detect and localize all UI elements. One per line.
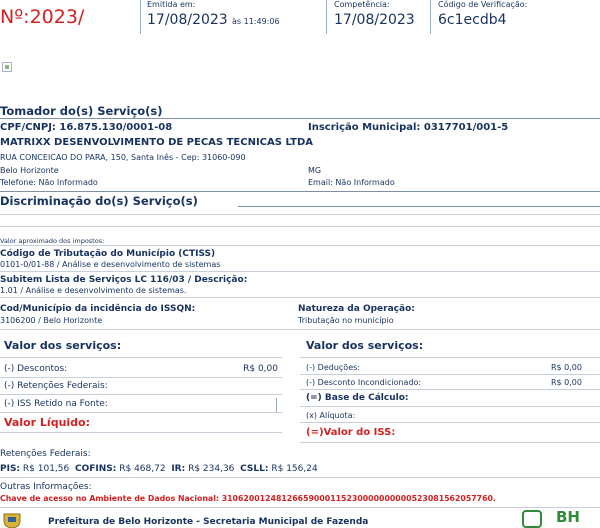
valor-liquido-label: Valor Líquido: (4, 416, 91, 429)
tomador-inscricao: Inscrição Municipal: 0317701/001-5 (308, 122, 509, 133)
chave-acesso: Chave de acesso no Ambiente de Dados Nac… (0, 494, 496, 503)
nfse-numero: Nº:2023/ (0, 6, 85, 28)
valores-right-rule-2 (300, 389, 600, 390)
discriminacao-title-rule (238, 206, 600, 207)
footer-prefeitura: Prefeitura de Belo Horizonte - Secretari… (48, 517, 369, 527)
cod-municipio-valor: 3106200 / Belo Horizonte (0, 316, 103, 325)
retencoes-valores: PIS: R$ 101,56 COFINS: R$ 468,72 IR: R$ … (0, 464, 318, 474)
ctiss-label: Código de Tributação do Município (CTISS… (0, 249, 216, 259)
tomador-divider (0, 118, 600, 119)
discriminacao-blank-line-2 (0, 226, 600, 227)
valores-right-rule-5 (300, 442, 600, 443)
base-calculo-label: (=) Base de Cálculo: (306, 393, 409, 403)
valores-right-rule-3 (300, 406, 600, 407)
valores-left-rule-4 (0, 432, 282, 433)
competencia-data: 17/08/2023 (334, 12, 415, 28)
discriminacao-divider-4 (0, 329, 600, 330)
ctiss-valor: 0101-0/01-88 / Análise e desenvolvimento… (0, 260, 221, 269)
valor-servicos-right-title: Valor dos serviços: (306, 339, 424, 352)
retencoes-title: Retenções Federais: (0, 449, 91, 459)
brasao-bh-logo (2, 512, 22, 528)
discriminacao-divider-3 (0, 297, 600, 298)
discriminacao-blank-line-1 (0, 214, 600, 215)
codigo-verificacao-label: Código de Verificação: (438, 0, 528, 9)
desconto-incondicionado-label: (-) Desconto Incondicionado: (306, 378, 422, 387)
valor-aprox-impostos: Valor aproximado dos impostos: (0, 237, 105, 245)
bh-nota-logo-icon (522, 510, 542, 528)
bh-logo-text: BH (556, 508, 580, 526)
cofins-label: COFINS: (74, 464, 117, 474)
valores-right-rule-0 (300, 357, 600, 358)
tomador-endereco: RUA CONCEICAO DO PARA, 150, Santa Inês -… (0, 153, 246, 162)
tomador-cidade: Belo Horizonte (0, 166, 59, 175)
emitida-label: Emitida em: (147, 0, 196, 9)
valor-iss-label: (=)Valor do ISS: (306, 427, 396, 438)
iss-retido-label: (-) ISS Retido na Fonte: (4, 399, 108, 409)
natureza-label: Natureza da Operação: (298, 304, 415, 314)
valores-left-rule-1 (0, 377, 282, 378)
valores-left-rule-3 (0, 412, 282, 413)
iss-retido-tick (276, 398, 277, 412)
cod-municipio-label: Cod/Município da incidência do ISSQN: (0, 304, 196, 314)
cofins-valor: R$ 468,72 (119, 464, 166, 474)
subitem-valor: 1.01 / Análise e desenvolvimento de sist… (0, 286, 187, 295)
broken-image-icon (2, 62, 12, 72)
deducoes-valor: R$ 0,00 (550, 363, 582, 372)
descontos-valor: R$ 0,00 (243, 364, 278, 374)
codigo-verificacao-valor: 6c1ecdb4 (438, 12, 507, 28)
valor-servicos-left-title: Valor dos serviços: (4, 339, 122, 352)
valores-left-rule-2 (0, 394, 282, 395)
subitem-label: Subitem Lista de Serviços LC 116/03 / De… (0, 275, 248, 285)
valores-left-rule-0 (0, 357, 282, 358)
discriminacao-divider-2 (0, 271, 600, 272)
csll-valor: R$ 156,24 (271, 464, 318, 474)
tomador-cpf-cnpj: CPF/CNPJ: 16.875.130/0001-08 (0, 122, 173, 133)
retencoes-divider (0, 477, 600, 478)
valores-right-rule-4 (300, 422, 600, 423)
ir-valor: R$ 234,36 (188, 464, 235, 474)
tomador-title: Tomador do(s) Serviço(s) (0, 104, 163, 118)
outras-informacoes-title: Outras Informações: (0, 482, 92, 492)
aliquota-label: (x) Alíquota: (306, 411, 356, 420)
emitida-hora: às 11:49:06 (232, 17, 280, 26)
deducoes-label: (-) Deduções: (306, 363, 360, 372)
outras-divider (0, 507, 600, 508)
discriminacao-title: Discriminação do(s) Serviço(s) (0, 194, 198, 208)
ir-label: IR: (171, 464, 186, 474)
natureza-valor: Tributação no município (298, 316, 394, 325)
tomador-razao-social: MATRIXX DESENVOLVIMENTO DE PECAS TECNICA… (0, 137, 314, 148)
tomador-email: Email: Não Informado (308, 178, 395, 187)
valores-right-rule-1 (300, 374, 600, 375)
discriminacao-top-divider (0, 191, 600, 192)
tomador-telefone: Telefone: Não Informado (0, 178, 98, 187)
discriminacao-divider-1 (0, 245, 600, 246)
emitida-data: 17/08/2023 (147, 12, 228, 28)
tomador-uf: MG (308, 166, 322, 175)
pis-label: PIS: (0, 464, 21, 474)
retencoes-federais-label: (-) Retenções Federais: (4, 381, 108, 391)
pis-valor: R$ 101,56 (22, 464, 70, 474)
descontos-label: (-) Descontos: (4, 364, 68, 374)
competencia-label: Competência: (334, 0, 390, 9)
desconto-incondicionado-valor: R$ 0,00 (550, 378, 582, 387)
csll-label: CSLL: (240, 464, 269, 474)
